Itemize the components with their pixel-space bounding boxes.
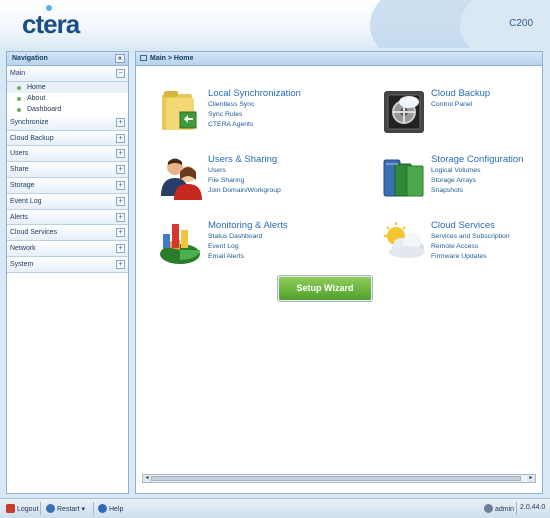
nav-section-share[interactable]: Share + <box>7 162 128 178</box>
feature-cloud-backup: Cloud Backup Control Panel <box>381 88 550 144</box>
feature-title[interactable]: Monitoring & Alerts <box>208 220 288 231</box>
help-icon <box>98 504 107 513</box>
bullet-icon <box>17 96 21 101</box>
logout-icon <box>6 504 15 513</box>
feature-local-sync: Local Synchronization Clientless Sync Sy… <box>158 88 338 144</box>
nav-section-network[interactable]: Network + <box>7 241 128 257</box>
breadcrumb: Main > Home <box>136 52 542 66</box>
link-status-dashboard[interactable]: Status Dashboard <box>208 232 262 242</box>
link-snapshots[interactable]: Snapshots <box>431 186 481 196</box>
link-remote-access[interactable]: Remote Access <box>431 242 510 252</box>
scroll-left-icon[interactable]: ◂ <box>143 475 151 482</box>
user-icon <box>484 504 493 513</box>
bullet-icon <box>17 85 21 90</box>
feature-title[interactable]: Storage Configuration <box>431 154 523 165</box>
logout-button[interactable]: Logout <box>6 504 38 513</box>
expand-icon[interactable]: + <box>116 165 125 175</box>
link-logical-volumes[interactable]: Logical Volumes <box>431 166 481 176</box>
nav-section-synchronize[interactable]: Synchronize + <box>7 114 128 131</box>
nav-item-dashboard[interactable]: Dashboard <box>7 104 128 115</box>
setup-wizard-label: Setup Wizard <box>279 277 371 300</box>
nav-section-main[interactable]: Main − <box>7 66 128 82</box>
link-clientless-sync[interactable]: Clientless Sync <box>208 100 254 110</box>
nav-section-alerts[interactable]: Alerts + <box>7 209 128 226</box>
nav-item-home[interactable]: Home <box>7 81 128 93</box>
folder-sync-icon[interactable] <box>158 88 206 136</box>
navigation-title: Navigation « <box>7 52 128 66</box>
version-label: 2.0.44.0 <box>520 504 546 511</box>
nav-section-system[interactable]: System + <box>7 256 128 273</box>
bullet-icon <box>17 107 21 112</box>
separator <box>93 502 94 515</box>
footer-bar: Logout Restart ▾ Help admin 2.0.44.0 <box>0 498 550 518</box>
feature-cloud-services: Cloud Services Services and Subscription… <box>381 220 550 276</box>
expand-icon[interactable]: + <box>116 149 125 159</box>
ctera-logo: ctera <box>22 5 80 40</box>
feature-title[interactable]: Cloud Backup <box>431 88 490 99</box>
nav-section-cloud-services[interactable]: Cloud Services + <box>7 225 128 242</box>
storage-icon[interactable] <box>381 154 429 202</box>
link-ctera-agents[interactable]: CTERA Agents <box>208 120 254 130</box>
expand-icon[interactable]: + <box>116 212 125 222</box>
vault-icon[interactable] <box>381 88 429 136</box>
dropdown-icon: ▾ <box>81 506 86 513</box>
app-window: ctera C200 Navigation « Main − Home Abou… <box>0 0 550 518</box>
link-email-alerts[interactable]: Email Alerts <box>208 252 262 262</box>
feature-storage-configuration: Storage Configuration Logical Volumes St… <box>381 154 550 210</box>
restart-button[interactable]: Restart ▾ <box>46 504 85 513</box>
nav-item-about[interactable]: About <box>7 93 128 104</box>
collapse-panel-button[interactable]: « <box>115 54 125 63</box>
feature-title[interactable]: Cloud Services <box>431 220 495 231</box>
scroll-right-icon[interactable]: ▸ <box>527 475 535 482</box>
nav-section-storage[interactable]: Storage + <box>7 177 128 194</box>
link-control-panel[interactable]: Control Panel <box>431 100 472 110</box>
nav-section-event-log[interactable]: Event Log + <box>7 193 128 210</box>
link-users[interactable]: Users <box>208 166 281 176</box>
restart-icon <box>46 504 55 513</box>
device-model: C200 <box>509 18 533 29</box>
link-firmware-updates[interactable]: Firmware Updates <box>431 252 510 262</box>
separator <box>40 502 41 515</box>
logo-dot <box>46 5 52 11</box>
help-button[interactable]: Help <box>98 504 123 513</box>
navigation-panel: Navigation « Main − Home About Dashboard… <box>6 51 129 494</box>
link-services-subscription[interactable]: Services and Subscription <box>431 232 510 242</box>
link-join-domain[interactable]: Join Domain/Workgroup <box>208 186 281 196</box>
expand-icon[interactable]: + <box>116 180 125 190</box>
feature-users-sharing: Users & Sharing Users File Sharing Join … <box>158 154 338 210</box>
link-storage-arrays[interactable]: Storage Arrays <box>431 176 481 186</box>
chart-icon[interactable] <box>158 220 206 268</box>
expand-icon[interactable]: + <box>116 133 125 143</box>
feature-monitoring-alerts: Monitoring & Alerts Status Dashboard Eve… <box>158 220 338 276</box>
scrollbar-thumb[interactable] <box>151 476 521 481</box>
users-icon[interactable] <box>158 154 206 202</box>
expand-icon[interactable]: + <box>116 244 125 254</box>
header: ctera C200 <box>0 0 550 48</box>
link-sync-rules[interactable]: Sync Rules <box>208 110 254 120</box>
link-file-sharing[interactable]: File Sharing <box>208 176 281 186</box>
header-decoration <box>460 0 550 48</box>
expand-icon[interactable]: + <box>116 259 125 269</box>
main-panel: Main > Home Local Synchronization Client… <box>135 51 543 494</box>
nav-section-users[interactable]: Users + <box>7 146 128 163</box>
collapse-icon[interactable]: − <box>116 69 125 78</box>
cloud-icon[interactable] <box>381 220 429 268</box>
nav-section-cloud-backup[interactable]: Cloud Backup + <box>7 130 128 147</box>
feature-title[interactable]: Users & Sharing <box>208 154 277 165</box>
horizontal-scrollbar[interactable]: ◂ ▸ <box>142 474 536 483</box>
setup-wizard-button[interactable]: Setup Wizard <box>277 275 373 302</box>
expand-icon[interactable]: + <box>116 228 125 238</box>
feature-title[interactable]: Local Synchronization <box>208 88 301 99</box>
expand-icon[interactable]: + <box>116 196 125 206</box>
current-user: admin <box>484 504 514 513</box>
separator <box>516 502 517 515</box>
link-event-log[interactable]: Event Log <box>208 242 262 252</box>
expand-icon[interactable]: + <box>116 117 125 127</box>
home-icon <box>140 55 147 61</box>
